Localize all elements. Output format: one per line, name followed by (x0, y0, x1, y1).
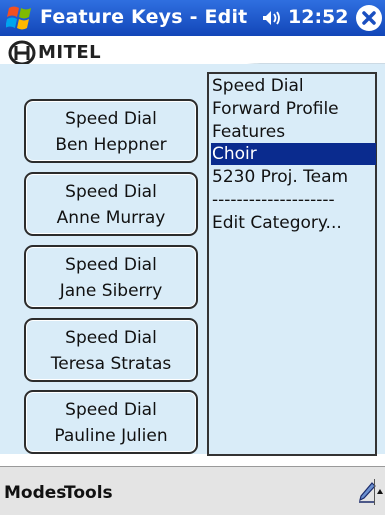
title-bar: Feature Keys - Edit 12:52 (0, 0, 385, 36)
category-separator: -------------------- (212, 190, 335, 210)
speed-dial-name: Anne Murray (56, 208, 166, 228)
speed-dial-type: Speed Dial (65, 255, 157, 275)
speaker-icon[interactable] (262, 8, 284, 28)
category-item-forward-profile[interactable]: Forward Profile (211, 98, 376, 120)
speed-dial-button-1[interactable]: Speed Dial Ben Heppner (24, 99, 198, 163)
speed-dial-type: Speed Dial (65, 182, 157, 202)
category-item-features[interactable]: Features (211, 121, 376, 143)
up-arrow-icon[interactable] (376, 481, 384, 503)
speed-dial-name: Ben Heppner (55, 135, 167, 155)
speed-dial-button-3[interactable]: Speed Dial Jane Siberry (24, 245, 198, 309)
close-icon (357, 6, 381, 30)
tools-menu[interactable]: Tools (64, 483, 113, 503)
category-list[interactable]: Speed Dial Forward Profile Features Choi… (207, 72, 377, 456)
category-item-speed-dial[interactable]: Speed Dial (211, 75, 376, 97)
command-bar: Modes Tools (0, 466, 385, 515)
sip-divider (374, 479, 375, 505)
category-item-5230-proj-team[interactable]: 5230 Proj. Team (211, 166, 376, 188)
windows-flag-icon[interactable] (5, 4, 36, 32)
speed-dial-button-4[interactable]: Speed Dial Teresa Stratas (24, 318, 198, 382)
close-button[interactable] (356, 5, 382, 31)
clock[interactable]: 12:52 (288, 6, 348, 28)
speed-dial-name: Jane Siberry (59, 281, 163, 301)
category-item-edit-category[interactable]: Edit Category... (211, 212, 376, 234)
speed-dial-name: Teresa Stratas (50, 354, 172, 374)
speed-dial-name: Pauline Julien (54, 426, 168, 446)
speed-dial-type: Speed Dial (65, 400, 157, 420)
speed-dial-button-2[interactable]: Speed Dial Anne Murray (24, 172, 198, 236)
speed-dial-button-5[interactable]: Speed Dial Pauline Julien (24, 390, 198, 454)
speed-dial-type: Speed Dial (65, 328, 157, 348)
window-title: Feature Keys - Edit (40, 6, 248, 28)
category-item-choir[interactable]: Choir (211, 143, 376, 165)
speed-dial-type: Speed Dial (65, 109, 157, 129)
modes-menu[interactable]: Modes (4, 483, 66, 503)
